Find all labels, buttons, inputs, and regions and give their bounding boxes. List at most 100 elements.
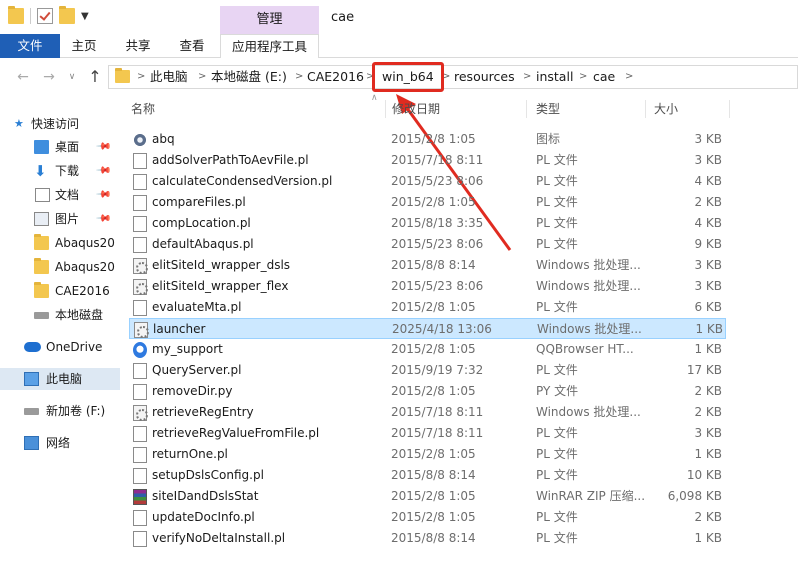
tab-file[interactable]: 文件 — [0, 34, 60, 58]
file-date: 2025/4/18 13:06 — [392, 322, 492, 336]
nav-downloads[interactable]: ⬇ 下载 📌 — [0, 160, 120, 182]
file-name: returnOne.pl — [152, 447, 228, 461]
nav-cae2016[interactable]: CAE2016 — [0, 280, 120, 302]
file-name: retrieveRegValueFromFile.pl — [152, 426, 320, 440]
batch-file-icon — [134, 322, 149, 338]
column-divider[interactable] — [526, 100, 527, 118]
address-bar[interactable]: > 此电脑 > 本地磁盘 (E:) > CAE2016 > win_b64 > … — [108, 65, 798, 89]
folder-icon — [115, 68, 130, 83]
file-size: 1 KB — [694, 531, 722, 545]
nav-local-disk[interactable]: 本地磁盘 — [0, 304, 120, 326]
file-row[interactable]: setupDslsConfig.pl 2015/8/8 8:14 PL 文件 1… — [129, 465, 726, 486]
file-date: 2015/2/8 1:05 — [391, 447, 476, 461]
breadcrumb-chevron-icon[interactable]: > — [523, 66, 531, 88]
breadcrumb-chevron-icon[interactable]: > — [579, 66, 587, 88]
column-header-date[interactable]: 修改日期 — [392, 96, 440, 122]
tab-application-tools[interactable]: 应用程序工具 — [220, 34, 319, 58]
file-row[interactable]: elitSiteId_wrapper_flex 2015/5/23 8:06 W… — [129, 276, 726, 297]
file-size: 3 KB — [694, 132, 722, 146]
file-size: 9 KB — [694, 237, 722, 251]
file-row[interactable]: compLocation.pl 2015/8/18 3:35 PL 文件 4 K… — [129, 213, 726, 234]
file-row[interactable]: evaluateMta.pl 2015/2/8 1:05 PL 文件 6 KB — [129, 297, 726, 318]
file-type: PL 文件 — [536, 195, 578, 209]
manage-context-tab[interactable]: 管理 — [220, 6, 319, 34]
file-row[interactable]: elitSiteId_wrapper_dsls 2015/8/8 8:14 Wi… — [129, 255, 726, 276]
breadcrumb-install[interactable]: install — [536, 66, 573, 88]
nav-pictures[interactable]: 图片 📌 — [0, 208, 120, 230]
file-row[interactable]: abq 2015/2/8 1:05 图标 3 KB — [129, 129, 726, 150]
file-type: PL 文件 — [536, 237, 578, 251]
file-type: PL 文件 — [536, 174, 578, 188]
file-name: setupDslsConfig.pl — [152, 468, 264, 482]
pin-icon[interactable]: 📌 — [91, 208, 115, 230]
nav-label: 新加卷 (F:) — [46, 404, 106, 418]
file-row[interactable]: removeDir.py 2015/2/8 1:05 PY 文件 2 KB — [129, 381, 726, 402]
up-arrow-icon[interactable]: ↑ — [86, 67, 104, 87]
file-row[interactable]: retrieveRegEntry 2015/7/18 8:11 Windows … — [129, 402, 726, 423]
file-name: QueryServer.pl — [152, 363, 242, 377]
recent-locations-chevron-icon[interactable]: ∨ — [63, 67, 81, 87]
file-type: PL 文件 — [536, 426, 578, 440]
nav-new-volume-f[interactable]: 新加卷 (F:) — [0, 400, 120, 422]
tab-share[interactable]: 共享 — [118, 34, 158, 58]
breadcrumb-chevron-icon[interactable]: > — [295, 66, 303, 88]
document-icon — [133, 195, 147, 211]
file-row[interactable]: my_support 2015/2/8 1:05 QQBrowser HT...… — [129, 339, 726, 360]
breadcrumb-cae[interactable]: cae — [593, 66, 615, 88]
nav-network[interactable]: 网络 — [0, 432, 120, 454]
nav-abaqus-folder-2[interactable]: Abaqus20 — [0, 256, 120, 278]
column-divider[interactable] — [645, 100, 646, 118]
breadcrumb-chevron-icon[interactable]: > — [625, 66, 633, 88]
file-row[interactable]: siteIDandDslsStat 2015/2/8 1:05 WinRAR Z… — [129, 486, 726, 507]
forward-arrow-icon[interactable]: → — [40, 67, 58, 87]
back-arrow-icon[interactable]: ← — [14, 67, 32, 87]
file-date: 2015/7/18 8:11 — [391, 405, 484, 419]
tab-view[interactable]: 查看 — [172, 34, 212, 58]
file-date: 2015/7/18 8:11 — [391, 153, 484, 167]
file-row[interactable]: returnOne.pl 2015/2/8 1:05 PL 文件 1 KB — [129, 444, 726, 465]
file-row[interactable]: verifyNoDeltaInstall.pl 2015/8/8 8:14 PL… — [129, 528, 726, 549]
file-type: PL 文件 — [536, 153, 578, 167]
file-type: PL 文件 — [536, 468, 578, 482]
nav-quick-access[interactable]: ★ 快速访问 — [0, 113, 120, 135]
nav-abaqus-folder-1[interactable]: Abaqus20 — [0, 232, 120, 254]
breadcrumb-this-pc[interactable]: 此电脑 — [150, 66, 188, 88]
customize-toolbar-chevron-icon[interactable]: ▼ — [81, 11, 89, 22]
nav-onedrive[interactable]: OneDrive — [0, 336, 120, 358]
nav-this-pc[interactable]: 此电脑 — [0, 368, 120, 390]
column-divider[interactable] — [385, 100, 386, 118]
breadcrumb-cae2016[interactable]: CAE2016 — [307, 66, 364, 88]
file-row-selected[interactable]: launcher 2025/4/18 13:06 Windows 批处理... … — [129, 318, 726, 339]
nav-documents[interactable]: 文档 📌 — [0, 184, 120, 206]
file-row[interactable]: QueryServer.pl 2015/9/19 7:32 PL 文件 17 K… — [129, 360, 726, 381]
file-row[interactable]: addSolverPathToAevFile.pl 2015/7/18 8:11… — [129, 150, 726, 171]
column-divider[interactable] — [729, 100, 730, 118]
breadcrumb-chevron-icon[interactable]: > — [198, 66, 206, 88]
column-header-size[interactable]: 大小 — [654, 96, 678, 122]
document-icon — [133, 153, 147, 169]
file-row[interactable]: compareFiles.pl 2015/2/8 1:05 PL 文件 2 KB — [129, 192, 726, 213]
pin-icon[interactable]: 📌 — [91, 160, 115, 182]
new-folder-icon[interactable] — [59, 6, 75, 24]
column-header-name[interactable]: 名称 — [131, 96, 155, 122]
breadcrumb-chevron-icon[interactable]: > — [137, 66, 145, 88]
file-row[interactable]: updateDocInfo.pl 2015/2/8 1:05 PL 文件 2 K… — [129, 507, 726, 528]
nav-label: Abaqus20 — [55, 236, 115, 250]
file-row[interactable]: defaultAbaqus.pl 2015/5/23 8:06 PL 文件 9 … — [129, 234, 726, 255]
properties-icon[interactable] — [37, 8, 53, 24]
file-name: compareFiles.pl — [152, 195, 246, 209]
column-header-type[interactable]: 类型 — [536, 96, 560, 122]
file-date: 2015/2/8 1:05 — [391, 489, 476, 503]
tab-home[interactable]: 主页 — [64, 34, 104, 58]
breadcrumb-resources[interactable]: resources — [454, 66, 515, 88]
pin-icon[interactable]: 📌 — [91, 136, 115, 158]
file-size: 3 KB — [694, 426, 722, 440]
breadcrumb-local-disk-e[interactable]: 本地磁盘 (E:) — [211, 66, 287, 88]
file-row[interactable]: retrieveRegValueFromFile.pl 2015/7/18 8:… — [129, 423, 726, 444]
nav-desktop[interactable]: 桌面 📌 — [0, 136, 120, 158]
pin-icon[interactable]: 📌 — [91, 184, 115, 206]
file-date: 2015/2/8 1:05 — [391, 300, 476, 314]
file-row[interactable]: calculateCondensedVersion.pl 2015/5/23 8… — [129, 171, 726, 192]
file-date: 2015/2/8 1:05 — [391, 384, 476, 398]
folder-icon[interactable] — [8, 6, 24, 24]
